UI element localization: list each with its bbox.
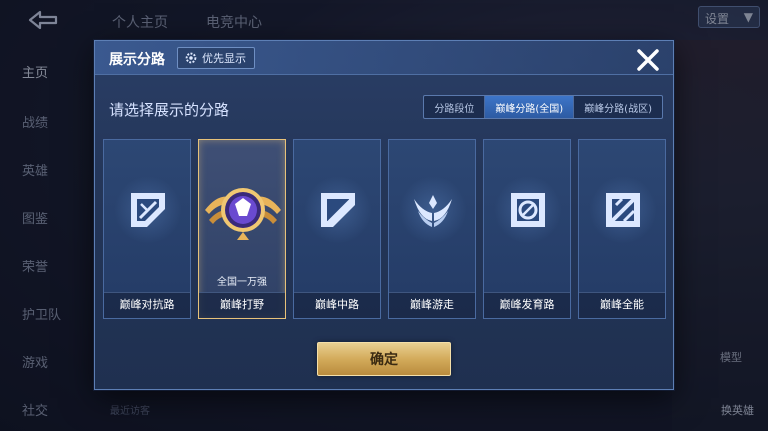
card-rank: 全国一万强 (217, 277, 267, 288)
lane-card-jungle[interactable]: 全国一万强 巅峰打野 (198, 139, 286, 319)
confirm-button[interactable]: 确定 (317, 342, 451, 376)
lane-card-mid[interactable]: 巅峰中路 (293, 139, 381, 319)
card-label: 巅峰全能 (600, 298, 644, 311)
modal-header: 展示分路 优先显示 (95, 41, 673, 75)
card-label: 巅峰游走 (410, 298, 454, 311)
priority-display-button[interactable]: 优先显示 (177, 47, 255, 69)
segment-peak-lane-national[interactable]: 巅峰分路(全国) (485, 96, 575, 118)
segment-lane-rank[interactable]: 分路段位 (424, 96, 486, 118)
slash-icon (321, 193, 355, 227)
card-label: 巅峰发育路 (499, 298, 555, 311)
sword-shield-icon (131, 193, 165, 227)
card-label: 巅峰中路 (315, 298, 359, 311)
lane-select-prompt: 请选择展示的分路 (109, 101, 230, 119)
lane-card-list: 巅峰对抗路 全国一万强 巅峰打野 巅峰中路 巅峰游走 巅峰发育路 巅峰全能 (103, 139, 667, 319)
segment-peak-lane-region[interactable]: 巅峰分路(战区) (574, 96, 662, 118)
gear-icon (185, 52, 197, 64)
jungle-emblem-icon (205, 188, 281, 240)
lane-type-segmented-control: 分路段位 巅峰分路(全国) 巅峰分路(战区) (423, 95, 663, 119)
lane-display-modal: 展示分路 优先显示 请选择展示的分路 分路段位 巅峰分路(全国) 巅峰分路(战区… (94, 40, 674, 390)
lane-card-top[interactable]: 巅峰对抗路 (103, 139, 191, 319)
lane-card-bottom[interactable]: 巅峰发育路 (483, 139, 571, 319)
lane-card-roam[interactable]: 巅峰游走 (388, 139, 476, 319)
wings-icon (414, 195, 452, 227)
allround-icon (606, 193, 640, 227)
card-label: 巅峰对抗路 (119, 298, 175, 311)
close-icon[interactable] (635, 47, 661, 73)
card-label: 巅峰打野 (220, 298, 264, 311)
lane-card-allround[interactable]: 巅峰全能 (578, 139, 666, 319)
priority-display-label: 优先显示 (202, 52, 246, 65)
target-icon (511, 193, 545, 227)
modal-title: 展示分路 (109, 52, 165, 68)
